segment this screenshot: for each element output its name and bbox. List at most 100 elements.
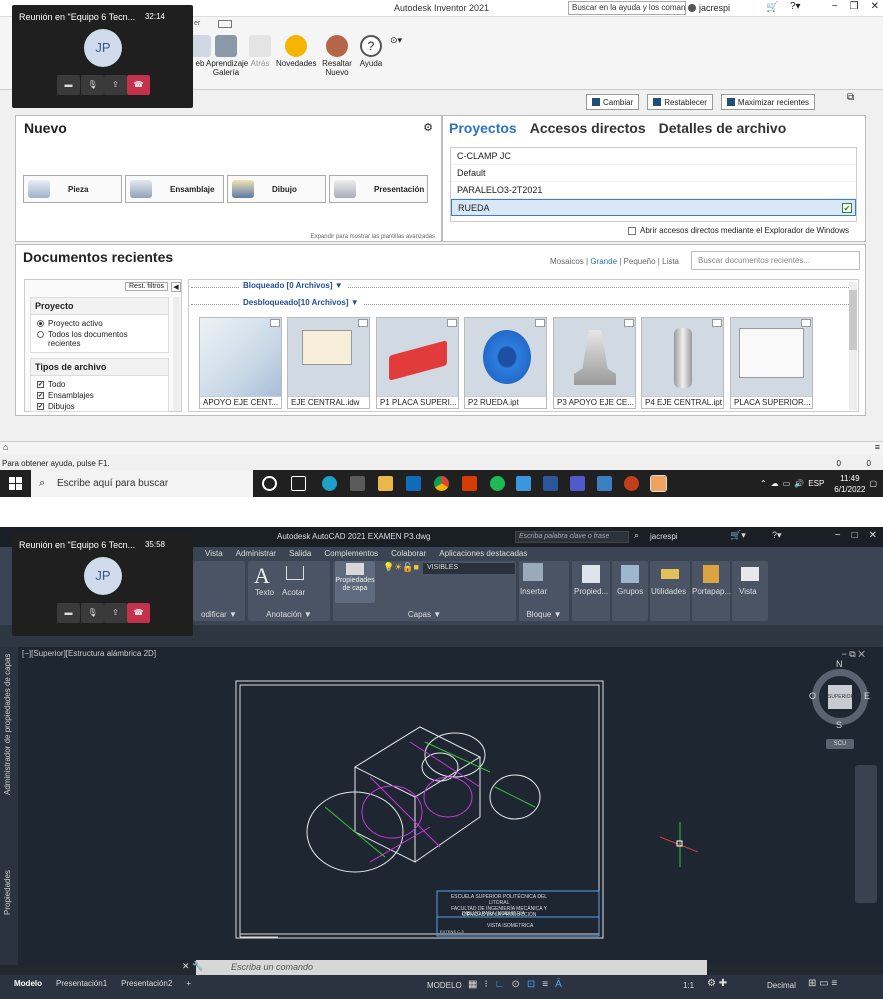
inventor-taskbar-icon[interactable] <box>650 475 667 492</box>
view-small[interactable]: Pequeño <box>624 257 656 266</box>
user-account[interactable]: jacrespi <box>688 3 730 13</box>
project-item[interactable]: PARALELO3-2T2021 <box>451 182 856 199</box>
help-icon[interactable]: ?▾ <box>772 530 782 541</box>
drawing-canvas[interactable]: [−][Superior][Estructura alámbrica 2D] A… <box>0 647 883 965</box>
network-icon[interactable]: ☁ <box>771 479 779 488</box>
options-icon[interactable]: ⊙▾ <box>390 35 402 46</box>
new-assembly-button[interactable]: Ensamblaje <box>125 175 224 203</box>
customize-icon[interactable]: ⊞ ▭ ≡ <box>808 978 837 989</box>
dimension-icon[interactable] <box>286 566 304 580</box>
collapse-filters-icon[interactable]: ◀ <box>171 282 181 292</box>
file-thumbnail[interactable]: PLACA SUPERIOR... <box>730 317 813 409</box>
restore-button[interactable]: ❐ <box>850 1 859 12</box>
autocad-search-input[interactable]: Escriba palabra clave o frase <box>515 531 629 543</box>
gear-icon[interactable]: ⚙ <box>423 121 433 134</box>
view-list[interactable]: Lista <box>662 257 679 266</box>
unlocked-group-header[interactable]: Desbloqueado[10 Archivos] ▼ <box>239 298 363 307</box>
help-search-input[interactable]: Buscar en la ayuda y los comandos <box>568 1 686 15</box>
spotify-icon[interactable] <box>490 476 505 491</box>
grid-icon[interactable]: ▦ <box>468 979 477 990</box>
language-indicator[interactable]: ESP <box>808 479 824 488</box>
hang-up-button[interactable]: ☎ <box>127 603 150 623</box>
view-tiles[interactable]: Mosaicos <box>550 257 584 266</box>
mail-icon[interactable] <box>406 476 421 491</box>
new-drawing-button[interactable]: Dibujo <box>227 175 326 203</box>
annotation-icon[interactable]: Ā <box>555 979 562 990</box>
radio-all-recent[interactable]: Todos los documentos recientes <box>31 329 168 349</box>
tab-model[interactable]: Modelo <box>14 979 42 988</box>
close-button[interactable]: ✕ <box>871 1 879 12</box>
ortho-icon[interactable]: ∟ <box>495 979 505 990</box>
units-dropdown[interactable]: Decimal <box>767 981 796 990</box>
cortana-icon[interactable] <box>262 476 277 491</box>
workspace-gear-icon[interactable]: ⚙ ✚ <box>707 978 727 989</box>
lineweight-icon[interactable]: ≡ <box>542 979 548 990</box>
file-thumbnail[interactable]: P3 APOYO EJE CE... <box>553 317 636 409</box>
project-item-selected[interactable]: RUEDA ✔ <box>451 199 856 216</box>
taskbar-search-input[interactable]: ⌕ Escribe aquí para buscar <box>31 470 253 497</box>
mic-off-icon[interactable]: 🎙 <box>81 603 104 623</box>
expand-templates-link[interactable]: Expandir para mostrar las plantillas ava… <box>311 234 435 240</box>
locked-group-header[interactable]: Bloqueado [0 Archivos] ▼ <box>239 281 347 290</box>
photos-icon[interactable] <box>597 476 612 491</box>
viewcube-face[interactable]: SUPERIOR <box>828 685 854 709</box>
minimize-button[interactable]: − <box>835 530 841 541</box>
home-icon[interactable]: ⌂ <box>3 442 8 452</box>
grid-scrollbar[interactable] <box>849 282 857 410</box>
window-toggle-icon[interactable]: ⧉ <box>847 92 854 103</box>
model-space-toggle[interactable]: MODELO <box>427 981 462 990</box>
panel-dropdown-icon[interactable] <box>218 20 232 28</box>
layer-dropdown[interactable]: VISIBLES <box>423 563 515 574</box>
close-button[interactable]: ✕ <box>869 530 877 541</box>
chrome-icon[interactable] <box>434 476 449 491</box>
clock[interactable]: 11:49 6/1/2022 <box>834 473 865 495</box>
minimize-button[interactable]: − <box>832 1 838 12</box>
hang-up-button[interactable]: ☎ <box>127 75 150 95</box>
text-tool-icon[interactable]: A <box>254 563 270 589</box>
snap-icon[interactable]: ⁝ <box>484 979 487 990</box>
osnap-icon[interactable]: ⊡ <box>527 979 535 990</box>
help-button[interactable]: ? Ayuda <box>351 35 391 68</box>
search-icon[interactable]: ⌕ <box>634 530 639 541</box>
filter-scrollbar[interactable] <box>173 297 180 411</box>
tab-shortcuts[interactable]: Accesos directos <box>530 120 646 136</box>
project-item[interactable]: C-CLAMP JC <box>451 148 856 165</box>
clipboard-button[interactable]: Portapap... <box>692 561 731 621</box>
layer-properties-button[interactable]: Propiedades de capa <box>335 561 375 603</box>
whats-new-button[interactable]: Novedades <box>276 35 316 68</box>
tab-salida[interactable]: Salida <box>289 549 311 558</box>
onedrive-icon[interactable] <box>516 476 531 491</box>
change-button[interactable]: Cambiar <box>586 94 640 110</box>
windows-start-icon[interactable] <box>9 477 22 490</box>
command-line-input[interactable]: ✕ 🔧 Escriba un comando <box>182 960 707 976</box>
polar-icon[interactable]: ⊙ <box>511 979 519 990</box>
file-thumbnail[interactable]: EJE CENTRAL.idw <box>287 317 370 409</box>
wrench-icon[interactable]: ✕ 🔧 <box>182 961 203 972</box>
tab-vista[interactable]: Vista <box>205 549 223 558</box>
tab-projects[interactable]: Proyectos <box>449 120 517 136</box>
file-thumbnail[interactable]: P2 RUEDA.ipt <box>464 317 547 409</box>
camera-off-icon[interactable]: ▬ <box>57 603 80 623</box>
checkbox-assemblies[interactable]: ✔ Ensamblajes <box>31 390 168 401</box>
reset-button[interactable]: Restablecer <box>647 94 713 110</box>
maximize-button[interactable]: □ <box>852 530 858 541</box>
powerpoint-icon[interactable] <box>624 476 639 491</box>
notifications-icon[interactable]: ▢ <box>869 479 877 488</box>
tab-layout1[interactable]: Presentación1 <box>56 979 107 988</box>
mic-off-icon[interactable]: 🎙 <box>81 75 104 95</box>
maximize-recent-button[interactable]: Maximizar recientes <box>720 94 816 110</box>
groups-button[interactable]: Grupos <box>612 561 648 621</box>
scrollbar-thumb[interactable] <box>849 290 857 350</box>
camera-off-icon[interactable]: ▬ <box>57 75 80 95</box>
help-icon[interactable]: ?▾ <box>790 1 801 12</box>
volume-icon[interactable]: 🔊 <box>794 479 804 488</box>
back-button[interactable]: Atrás <box>240 35 280 68</box>
utilities-button[interactable]: Utilidades <box>650 561 690 621</box>
office-icon[interactable] <box>462 476 477 491</box>
word-icon[interactable] <box>543 476 558 491</box>
tab-complementos[interactable]: Complementos <box>324 549 378 558</box>
autocad-user[interactable]: jacrespi <box>650 532 678 541</box>
file-explorer-icon[interactable] <box>378 476 393 491</box>
add-layout-button[interactable]: + <box>186 979 191 988</box>
layer-state-icons[interactable]: 💡☀🔓■ <box>383 562 419 573</box>
